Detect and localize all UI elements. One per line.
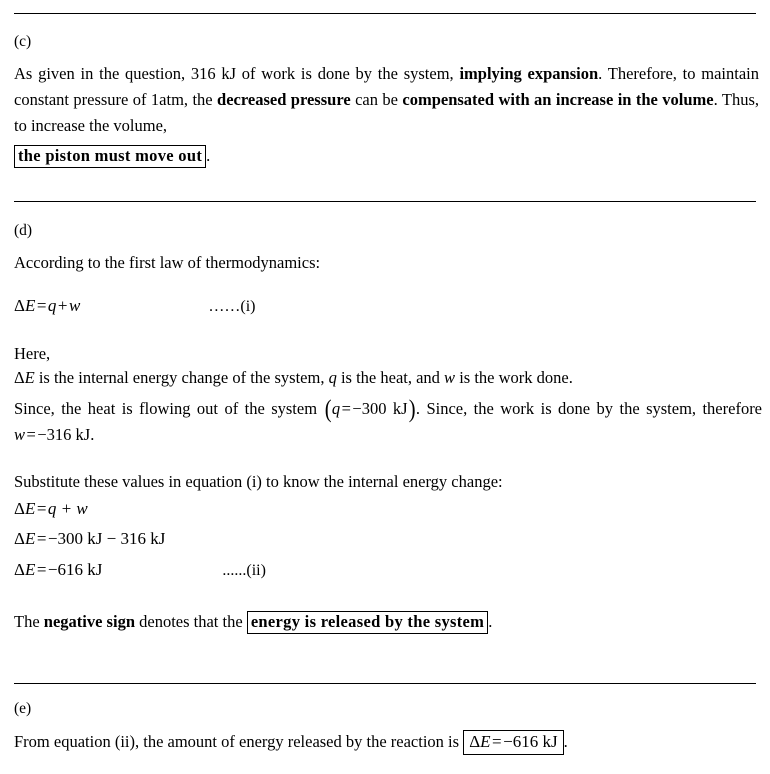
equals-sign: = — [341, 399, 351, 419]
delta-symbol: Δ — [14, 560, 25, 580]
delta-symbol: Δ — [14, 296, 25, 316]
section-c-paragraph: As given in the question, 316 kJ of work… — [14, 61, 759, 139]
variable-E: E — [24, 560, 36, 580]
text-fragment: From equation (ii), the amount of energy… — [14, 732, 464, 752]
equation-reference-ii: ......(ii) — [222, 562, 266, 580]
section-e: (e) From equation (ii), the amount of en… — [14, 700, 762, 756]
trailing-period: . — [206, 146, 211, 166]
boxed-answer-piston: the piston must move out — [14, 145, 207, 169]
equals-sign: = — [26, 425, 36, 445]
negative-sign-conclusion: The negative sign denotes that the energ… — [14, 608, 762, 636]
variable-w: w — [69, 296, 81, 316]
plus-sign: + — [57, 296, 68, 316]
variable-q: q — [328, 368, 337, 388]
emphasis-implying-expansion: implying expansion — [459, 64, 599, 84]
section-d-label: (d) — [14, 222, 33, 239]
trailing-period: . — [563, 732, 568, 752]
text-fragment: can be — [350, 90, 403, 110]
equals-sign: = — [492, 732, 502, 752]
text-fragment: is the work done. — [455, 368, 573, 388]
symbol-definitions: ΔE is the internal energy change of the … — [14, 366, 762, 390]
equation-i: ΔE=q+w ……(i) — [14, 293, 762, 320]
equation-step-1: ΔE=q + w — [14, 494, 762, 523]
here-label: Here, — [14, 344, 51, 364]
text-fragment: The — [14, 612, 44, 632]
substitute-intro: Substitute these values in equation (i) … — [14, 472, 503, 492]
divider-middle — [14, 201, 756, 202]
trailing-period: . — [488, 612, 493, 632]
variable-q: q — [331, 399, 341, 419]
text-fragment: As given in the question, 316 kJ of work… — [14, 64, 460, 84]
first-law-intro: According to the first law of thermodyna… — [14, 253, 321, 273]
text-fragment: Since, the heat is flowing out of the sy… — [14, 399, 324, 419]
delta-symbol: Δ — [14, 529, 25, 549]
section-c-label: (c) — [14, 33, 32, 50]
equation-step-2-rhs: −300 kJ − 316 kJ — [47, 529, 166, 549]
delta-symbol: Δ — [14, 368, 25, 388]
boxed-answer-energy-released: energy is released by the system — [246, 611, 489, 635]
heat-work-sentence: Since, the heat is flowing out of the sy… — [14, 396, 763, 445]
equation-step-3: ΔE=−616 kJ ......(ii) — [14, 554, 762, 586]
text-fragment: . — [90, 425, 95, 445]
section-c: (c) As given in the question, 316 kJ of … — [14, 33, 759, 169]
equation-reference-i: ……(i) — [208, 298, 256, 316]
delta-symbol: Δ — [14, 499, 25, 519]
section-e-final-statement: From equation (ii), the amount of energy… — [14, 728, 762, 756]
variable-E: E — [24, 368, 35, 388]
equals-sign: = — [36, 296, 47, 316]
emphasis-decreased-pressure: decreased pressure — [217, 90, 351, 110]
variable-E: E — [24, 499, 36, 519]
equals-sign: = — [36, 499, 47, 519]
equals-sign: = — [36, 529, 47, 549]
heat-value: −300 kJ — [352, 399, 408, 419]
solution-page: (c) As given in the question, 316 kJ of … — [0, 0, 770, 774]
emphasis-negative-sign: negative sign — [43, 612, 135, 632]
variable-E: E — [24, 529, 36, 549]
section-d: (d) According to the first law of thermo… — [14, 222, 762, 636]
variable-w: w — [444, 368, 456, 388]
divider-bottom — [14, 683, 756, 684]
text-fragment: is the heat, and — [336, 368, 445, 388]
equation-step-2: ΔE=−300 kJ − 316 kJ — [14, 523, 762, 554]
equation-step-1-rhs: q + w — [47, 499, 88, 519]
variable-E: E — [480, 732, 491, 752]
work-value: −316 kJ — [37, 425, 91, 445]
equals-sign: = — [36, 560, 47, 580]
boxed-answer-delta-e: ΔE=−616 kJ — [463, 730, 564, 756]
divider-top — [14, 13, 756, 14]
emphasis-compensated-volume: compensated with an increase in the volu… — [402, 90, 714, 110]
energy-value: −616 kJ — [503, 732, 558, 752]
variable-w: w — [14, 425, 26, 445]
text-fragment: is the internal energy change of the sys… — [34, 368, 329, 388]
section-c-answer-line: the piston must move out. — [14, 143, 759, 169]
equation-step-3-rhs: −616 kJ — [47, 560, 103, 580]
text-fragment: . Since, the work is done by the system,… — [415, 399, 763, 419]
variable-E: E — [24, 296, 36, 316]
delta-symbol: Δ — [469, 732, 481, 752]
section-e-label: (e) — [14, 700, 32, 717]
text-fragment: denotes that the — [135, 612, 247, 632]
